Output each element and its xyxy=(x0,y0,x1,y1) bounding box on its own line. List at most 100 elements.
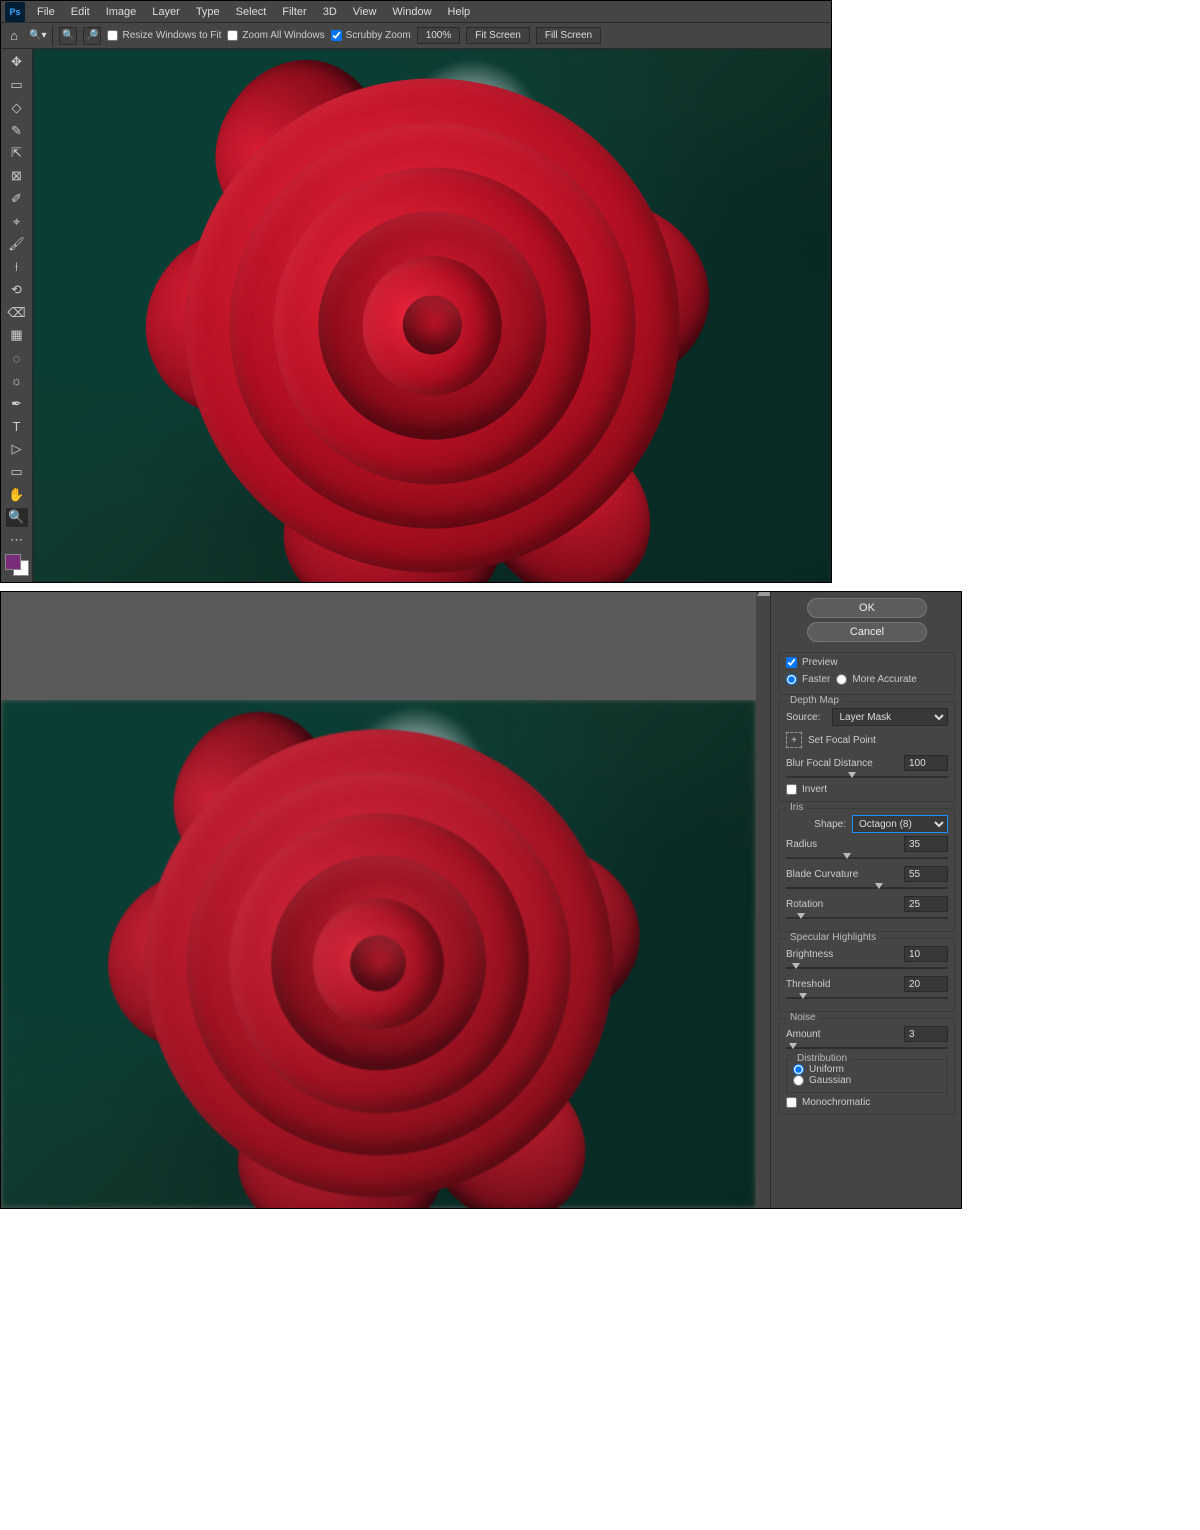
resize-windows-checkbox[interactable]: Resize Windows to Fit xyxy=(107,30,221,41)
iris-title: Iris xyxy=(786,802,807,813)
gaussian-radio[interactable]: Gaussian xyxy=(793,1075,941,1086)
menu-edit[interactable]: Edit xyxy=(63,6,98,18)
quick-select-tool-icon[interactable]: ✎ xyxy=(6,121,28,140)
radius-slider[interactable] xyxy=(786,853,948,863)
dodge-tool-icon[interactable]: ☼ xyxy=(6,372,28,391)
preview-scrollbar[interactable] xyxy=(756,592,770,1208)
radius-field[interactable] xyxy=(904,836,948,852)
history-brush-tool-icon[interactable]: ⟲ xyxy=(6,281,28,300)
brush-tool-icon[interactable]: 🖌 xyxy=(6,235,28,254)
threshold-slider[interactable] xyxy=(786,993,948,1003)
menu-help[interactable]: Help xyxy=(440,6,479,18)
menu-image[interactable]: Image xyxy=(98,6,145,18)
ok-button[interactable]: OK xyxy=(807,598,927,618)
menu-type[interactable]: Type xyxy=(188,6,228,18)
brightness-slider[interactable] xyxy=(786,963,948,973)
set-focal-icon xyxy=(786,732,802,748)
blur-focal-distance-slider[interactable] xyxy=(786,772,948,782)
rotation-slider[interactable] xyxy=(786,913,948,923)
faster-radio[interactable]: Faster xyxy=(786,674,830,685)
menu-view[interactable]: View xyxy=(345,6,385,18)
monochromatic-checkbox[interactable]: Monochromatic xyxy=(786,1097,948,1108)
invert-checkbox[interactable]: Invert xyxy=(786,784,948,795)
lasso-tool-icon[interactable]: ◇ xyxy=(6,99,28,118)
gradient-tool-icon[interactable]: ▦ xyxy=(6,326,28,345)
amount-slider[interactable] xyxy=(786,1043,948,1053)
hand-tool-icon[interactable]: ✋ xyxy=(6,485,28,504)
move-tool-icon[interactable]: ✥ xyxy=(6,53,28,72)
fill-screen-button[interactable]: Fill Screen xyxy=(536,27,601,44)
cancel-button[interactable]: Cancel xyxy=(807,622,927,642)
blur-focal-distance-label: Blur Focal Distance xyxy=(786,758,873,769)
menu-filter[interactable]: Filter xyxy=(274,6,314,18)
faster-label: Faster xyxy=(802,674,830,685)
source-label: Source: xyxy=(786,712,820,723)
blade-curvature-slider[interactable] xyxy=(786,883,948,893)
noise-group: Noise Amount Distribution Uniform Gaussi… xyxy=(779,1018,955,1115)
resize-windows-label: Resize Windows to Fit xyxy=(122,30,221,41)
scroll-up-arrow-icon[interactable] xyxy=(757,592,771,596)
separator xyxy=(52,26,53,46)
more-accurate-radio[interactable]: More Accurate xyxy=(836,674,916,685)
pen-tool-icon[interactable]: ✒ xyxy=(6,394,28,413)
crop-tool-icon[interactable]: ⇱ xyxy=(6,144,28,163)
preview-checkbox[interactable]: Preview xyxy=(786,657,948,668)
path-select-tool-icon[interactable]: ▷ xyxy=(6,440,28,459)
foreground-swatch[interactable] xyxy=(5,554,21,570)
menu-layer[interactable]: Layer xyxy=(144,6,188,18)
uniform-label: Uniform xyxy=(809,1064,844,1075)
noise-title: Noise xyxy=(786,1012,820,1023)
eraser-tool-icon[interactable]: ⌫ xyxy=(6,303,28,322)
depth-map-group: Depth Map Source: Layer Mask Set Focal P… xyxy=(779,701,955,802)
gaussian-label: Gaussian xyxy=(809,1075,851,1086)
spot-heal-tool-icon[interactable]: ⌖ xyxy=(6,212,28,231)
menu-3d[interactable]: 3D xyxy=(315,6,345,18)
preview-subject xyxy=(144,729,612,1197)
amount-field[interactable] xyxy=(904,1026,948,1042)
marquee-tool-icon[interactable]: ▭ xyxy=(6,76,28,95)
tool-preset-icon[interactable]: 🔍▾ xyxy=(29,30,46,41)
brightness-field[interactable] xyxy=(904,946,948,962)
type-tool-icon[interactable]: T xyxy=(6,417,28,436)
more-tools-icon[interactable]: ⋯ xyxy=(6,531,28,550)
menu-select[interactable]: Select xyxy=(228,6,275,18)
scrubby-zoom-label: Scrubby Zoom xyxy=(346,30,411,41)
canvas[interactable] xyxy=(33,49,831,582)
fit-screen-button[interactable]: Fit Screen xyxy=(466,27,530,44)
set-focal-label: Set Focal Point xyxy=(808,735,876,746)
zoom-in-icon[interactable]: 🔍 xyxy=(59,27,77,45)
distribution-title: Distribution xyxy=(793,1053,851,1064)
set-focal-point-button[interactable]: Set Focal Point xyxy=(786,732,948,748)
distribution-group: Distribution Uniform Gaussian xyxy=(786,1059,948,1093)
zoom-all-label: Zoom All Windows xyxy=(242,30,324,41)
source-select[interactable]: Layer Mask xyxy=(832,708,948,726)
blur-focal-distance-field[interactable] xyxy=(904,755,948,771)
home-icon[interactable]: ⌂ xyxy=(5,28,23,43)
uniform-radio[interactable]: Uniform xyxy=(793,1064,941,1075)
app-logo: Ps xyxy=(5,2,25,22)
scrubby-zoom-checkbox[interactable]: Scrubby Zoom xyxy=(331,30,411,41)
brightness-label: Brightness xyxy=(786,949,833,960)
preview-image[interactable] xyxy=(1,700,756,1208)
blade-curvature-field[interactable] xyxy=(904,866,948,882)
stamp-tool-icon[interactable]: ⟊ xyxy=(6,258,28,277)
rotation-field[interactable] xyxy=(904,896,948,912)
iris-group: Iris Shape: Octagon (8) Radius Blade Cur… xyxy=(779,808,955,932)
zoom-tool-icon[interactable]: 🔍 xyxy=(6,508,28,527)
eyedropper-tool-icon[interactable]: ✐ xyxy=(6,190,28,209)
zoom-out-icon[interactable]: 🔎 xyxy=(83,27,101,45)
document-image xyxy=(33,49,831,582)
shape-tool-icon[interactable]: ▭ xyxy=(6,463,28,482)
zoom-all-checkbox[interactable]: Zoom All Windows xyxy=(227,30,324,41)
zoom-100-button[interactable]: 100% xyxy=(417,27,461,44)
menu-file[interactable]: File xyxy=(29,6,63,18)
blur-tool-icon[interactable]: ◌ xyxy=(6,349,28,368)
frame-tool-icon[interactable]: ⊠ xyxy=(6,167,28,186)
menu-window[interactable]: Window xyxy=(384,6,439,18)
threshold-field[interactable] xyxy=(904,976,948,992)
tools-panel: ✥ ▭ ◇ ✎ ⇱ ⊠ ✐ ⌖ 🖌 ⟊ ⟲ ⌫ ▦ ◌ ☼ ✒ T ▷ ▭ ✋ … xyxy=(1,49,33,582)
color-swatches[interactable] xyxy=(5,554,29,577)
shape-select[interactable]: Octagon (8) xyxy=(852,815,948,833)
photoshop-window: Ps File Edit Image Layer Type Select Fil… xyxy=(0,0,832,583)
workspace: ✥ ▭ ◇ ✎ ⇱ ⊠ ✐ ⌖ 🖌 ⟊ ⟲ ⌫ ▦ ◌ ☼ ✒ T ▷ ▭ ✋ … xyxy=(1,49,831,582)
